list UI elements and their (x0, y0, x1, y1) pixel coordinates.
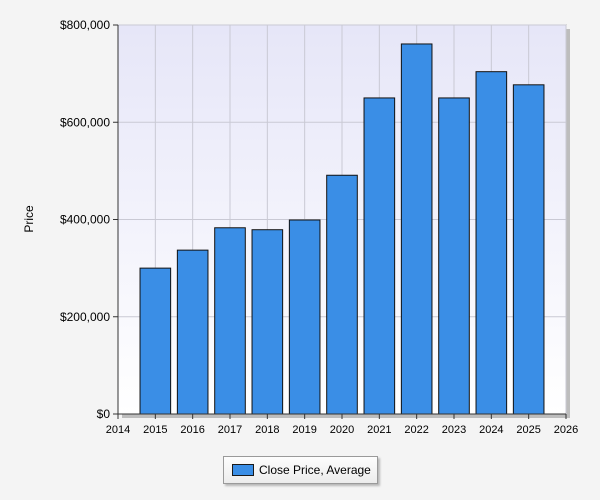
bar-2019 (288, 219, 321, 415)
y-tick-label: $400,000 (60, 213, 110, 227)
y-tick-label: $600,000 (60, 115, 110, 129)
bar-2017 (214, 227, 246, 415)
y-axis-label: Price (22, 205, 36, 233)
x-tick-label: 2026 (554, 424, 578, 436)
bar-2018 (251, 229, 284, 415)
bar-2020 (326, 174, 358, 415)
bar-2023 (438, 97, 470, 415)
bar-2025 (512, 84, 545, 415)
x-tick-label: 2023 (442, 424, 466, 436)
bar-chart: $0 $200,000 $400,000 $600,000 $800,000 2014 20… (22, 18, 578, 436)
x-tick-label: 2017 (218, 424, 242, 436)
x-tick-label: 2020 (330, 424, 354, 436)
legend-swatch (232, 464, 254, 476)
bar-2024 (475, 71, 508, 415)
bar-2015 (139, 267, 172, 415)
x-tick-label: 2019 (292, 424, 316, 436)
x-tick-label: 2022 (404, 424, 428, 436)
legend: Close Price, Average (223, 456, 378, 484)
bar-2022 (400, 43, 433, 415)
x-tick-label: 2024 (479, 424, 503, 436)
legend-label: Close Price, Average (259, 463, 371, 477)
x-tick-label: 2021 (367, 424, 391, 436)
x-tick-label: 2025 (516, 424, 540, 436)
y-tick-label: $200,000 (60, 310, 110, 324)
chart-container: $0 $200,000 $400,000 $600,000 $800,000 2014 20… (0, 0, 600, 500)
y-tick-label: $800,000 (60, 18, 110, 32)
x-tick-label: 2014 (106, 424, 130, 436)
bar-2016 (176, 249, 209, 415)
x-tick-label: 2016 (180, 424, 204, 436)
x-tick-label: 2018 (255, 424, 279, 436)
x-tick-label: 2015 (143, 424, 167, 436)
bar-2021 (363, 97, 396, 415)
y-tick-label: $0 (97, 407, 111, 421)
